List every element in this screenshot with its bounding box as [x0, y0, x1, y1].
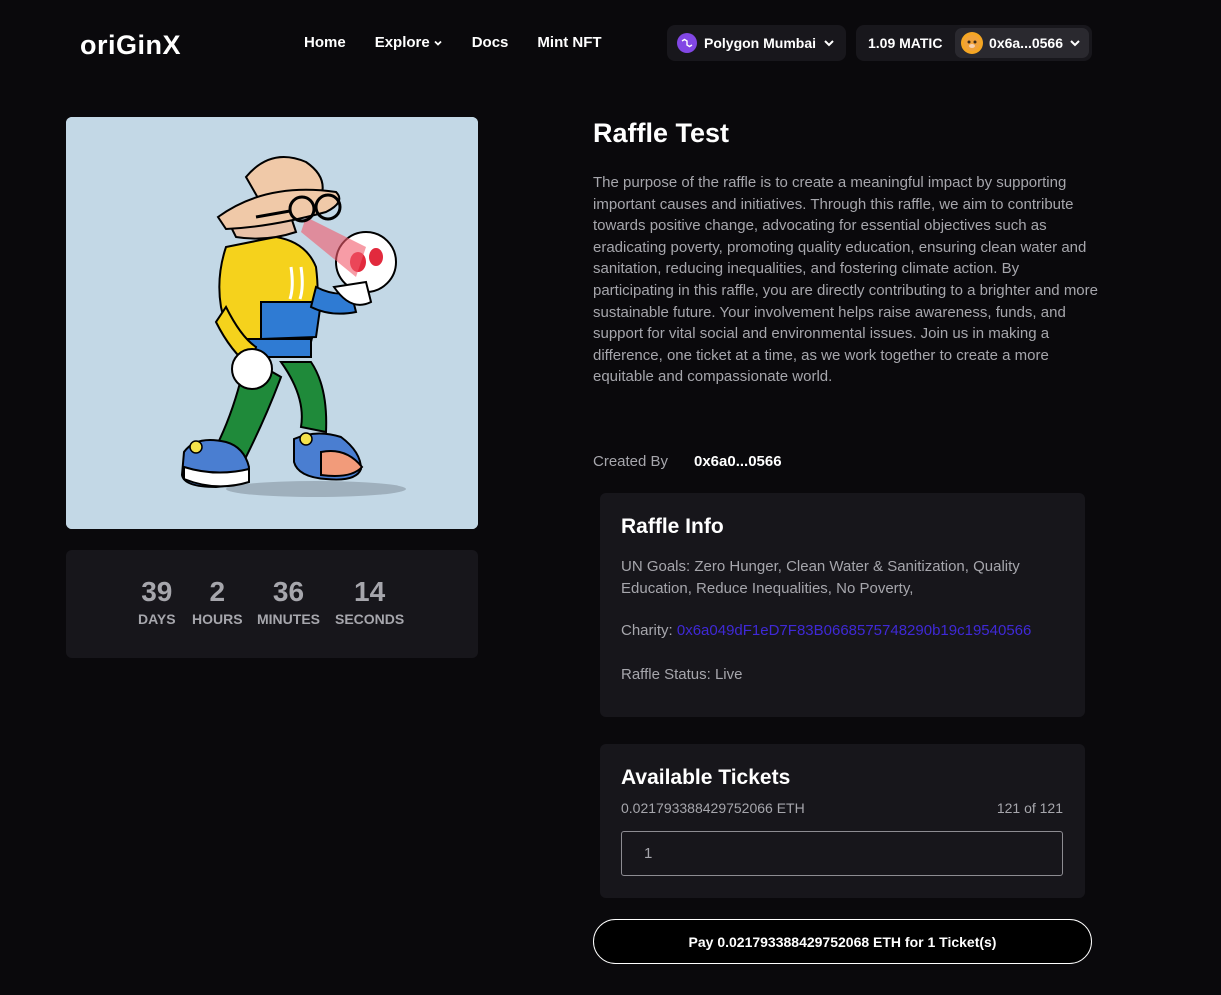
un-goals-text: UN Goals: Zero Hunger, Clean Water & San… — [621, 558, 1020, 597]
nav-docs-link[interactable]: Docs — [472, 34, 509, 51]
pay-button[interactable]: Pay 0.021793388429752068 ETH for 1 Ticke… — [593, 919, 1092, 964]
countdown-hours: 2 HOURS — [192, 576, 243, 627]
chevron-down-icon — [434, 40, 442, 46]
account-address: 0x6a...0566 — [989, 35, 1063, 51]
days-label: DAYS — [138, 611, 176, 627]
countdown-minutes: 36 MINUTES — [257, 576, 320, 627]
wallet-balance: 1.09 MATIC — [868, 35, 943, 51]
creator-address[interactable]: 0x6a0...0566 — [694, 453, 782, 470]
raffle-title: Raffle Test — [593, 118, 730, 148]
network-name: Polygon Mumbai — [704, 35, 816, 51]
originx-logo[interactable]: oriGinX — [80, 30, 181, 61]
countdown-seconds: 14 SECONDS — [335, 576, 404, 627]
raffle-info-card: Raffle Info UN Goals: Zero Hunger, Clean… — [600, 493, 1085, 717]
seconds-value: 14 — [354, 576, 386, 607]
available-tickets-card: Available Tickets 0.021793388429752066 E… — [600, 744, 1085, 898]
nav-home-label: Home — [304, 34, 346, 51]
nav-explore-link[interactable]: Explore — [375, 34, 443, 51]
ticket-quantity-input[interactable] — [621, 831, 1063, 876]
polygon-icon — [677, 33, 697, 53]
seconds-label: SECONDS — [335, 611, 405, 627]
nav-home-link[interactable]: Home — [304, 34, 346, 51]
nav-mint-nft-link[interactable]: Mint NFT — [537, 34, 601, 51]
charity-row: Charity: 0x6a049dF1eD7F83B0668575748290b… — [621, 620, 1031, 642]
chevron-down-icon — [1070, 40, 1080, 47]
network-selector[interactable]: Polygon Mumbai — [667, 25, 846, 61]
chevron-down-icon — [824, 40, 834, 47]
main-nav: Home Explore Docs Mint NFT — [304, 34, 602, 51]
nav-explore-label: Explore — [374, 34, 430, 51]
nft-character-illustration — [66, 117, 478, 529]
wallet-widget: 1.09 MATIC 0x6a...0566 — [856, 25, 1092, 61]
raffle-countdown: 39 DAYS 2 HOURS 36 MINUTES 14 SECONDS — [66, 550, 478, 658]
raffle-info-title: Raffle Info — [621, 515, 724, 538]
nav-docs-label: Docs — [471, 34, 509, 51]
charity-label: Charity: — [621, 622, 677, 639]
countdown-days: 39 DAYS — [138, 576, 176, 627]
ticket-price: 0.021793388429752066 ETH — [621, 800, 805, 816]
account-button[interactable]: 0x6a...0566 — [955, 28, 1089, 58]
minutes-value: 36 — [272, 576, 305, 607]
raffle-status: Raffle Status: Live — [621, 666, 743, 683]
created-by-label: Created By — [593, 453, 669, 470]
nav-mint-label: Mint NFT — [537, 34, 602, 51]
minutes-label: MINUTES — [257, 611, 320, 627]
hours-value: 2 — [209, 576, 226, 607]
days-value: 39 — [141, 576, 173, 607]
ticket-count: 121 of 121 — [996, 800, 1063, 816]
nft-image — [66, 117, 478, 529]
account-avatar-icon — [961, 32, 984, 54]
hours-label: HOURS — [192, 611, 243, 627]
available-tickets-title: Available Tickets — [621, 766, 791, 789]
charity-address-link[interactable]: 0x6a049dF1eD7F83B0668575748290b19c195405… — [677, 622, 1032, 639]
raffle-description: The purpose of the raffle is to create a… — [593, 174, 1098, 386]
